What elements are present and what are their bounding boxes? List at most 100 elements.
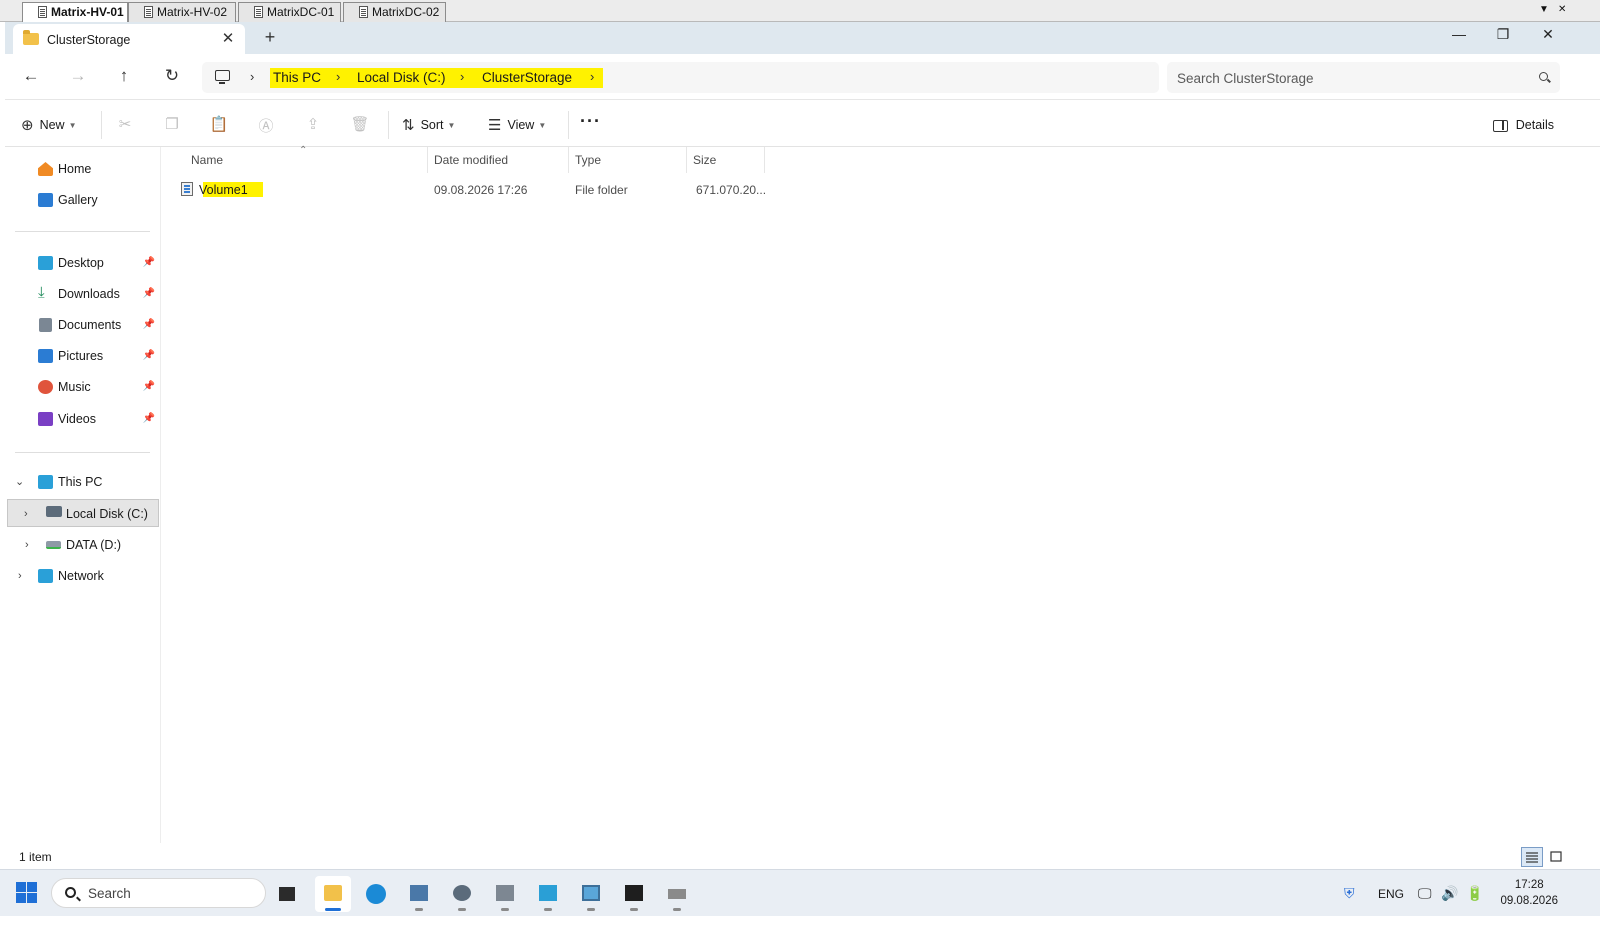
- local-disk-icon: [46, 506, 62, 517]
- column-divider[interactable]: [686, 147, 687, 173]
- file-explorer-icon[interactable]: [315, 876, 351, 912]
- network-status-icon[interactable]: 🖵: [1418, 885, 1432, 902]
- defender-shield-icon[interactable]: ⛨: [1344, 885, 1355, 902]
- task-view-icon[interactable]: [270, 876, 306, 912]
- language-indicator[interactable]: ENG: [1378, 887, 1404, 901]
- nav-item-pictures[interactable]: Pictures 📌: [5, 342, 161, 370]
- chevron-right-icon[interactable]: ›: [25, 531, 29, 559]
- file-list: ⌃ Name Date modified Type Size Volume1 0…: [161, 145, 1600, 843]
- session-tab-matrix-hv-02[interactable]: Matrix-HV-02: [128, 2, 236, 22]
- search-icon[interactable]: [1539, 72, 1548, 81]
- close-session-icon[interactable]: ✕: [1558, 4, 1566, 15]
- details-view-icon[interactable]: [1521, 847, 1543, 867]
- address-bar[interactable]: › This PC › Local Disk (C:) › ClusterSto…: [202, 62, 1159, 93]
- column-header-size[interactable]: Size: [693, 153, 716, 167]
- back-arrow-icon[interactable]: ←: [19, 66, 43, 88]
- search-icon: [65, 887, 76, 898]
- failover-cluster-icon[interactable]: [530, 876, 566, 912]
- close-tab-icon[interactable]: ✕: [219, 29, 237, 47]
- more-options-button[interactable]: ···: [580, 111, 601, 132]
- copy-icon[interactable]: ❐: [161, 115, 183, 135]
- up-arrow-icon[interactable]: ↑: [112, 66, 136, 88]
- search-box[interactable]: [1167, 62, 1560, 93]
- pin-icon[interactable]: 📌: [143, 311, 155, 339]
- breadcrumb-local-disk[interactable]: Local Disk (C:): [357, 70, 446, 85]
- nav-item-local-disk[interactable]: › Local Disk (C:): [7, 499, 159, 527]
- pin-icon[interactable]: 📌: [143, 249, 155, 277]
- edge-icon[interactable]: [358, 876, 394, 912]
- cut-icon[interactable]: ✂: [114, 115, 136, 135]
- folder-icon: [23, 30, 39, 45]
- chevron-down-icon[interactable]: ▼: [1539, 4, 1549, 15]
- session-tab-matrix-hv-01[interactable]: Matrix-HV-01: [22, 2, 128, 23]
- rename-icon[interactable]: Ⓐ: [255, 115, 277, 135]
- file-row[interactable]: Volume1 09.08.2026 17:26 File folder 671…: [175, 179, 767, 201]
- nav-item-network[interactable]: › Network: [5, 562, 161, 590]
- nav-item-this-pc[interactable]: ⌄ This PC: [5, 468, 161, 496]
- chevron-right-icon[interactable]: ›: [590, 69, 594, 84]
- share-icon[interactable]: ⇪: [302, 115, 324, 135]
- column-header-type[interactable]: Type: [575, 153, 601, 167]
- pin-icon[interactable]: 📌: [143, 373, 155, 401]
- tiles-view-icon[interactable]: [1545, 847, 1567, 867]
- windows-start-icon[interactable]: [16, 882, 38, 904]
- minimize-button[interactable]: —: [1439, 26, 1479, 42]
- chevron-right-icon[interactable]: ›: [18, 562, 22, 590]
- column-header-date-modified[interactable]: Date modified: [434, 153, 508, 167]
- breadcrumb-this-pc[interactable]: This PC: [273, 70, 321, 85]
- nav-item-downloads[interactable]: ⤓ Downloads 📌: [5, 280, 161, 308]
- file-date-modified: 09.08.2026 17:26: [434, 183, 528, 197]
- terminal-icon[interactable]: [616, 876, 652, 912]
- battery-icon[interactable]: 🔋: [1466, 885, 1483, 902]
- column-header-name[interactable]: Name: [191, 153, 223, 167]
- file-name: Volume1: [199, 183, 248, 197]
- session-tab-matrixdc-02[interactable]: MatrixDC-02: [343, 2, 446, 22]
- chevron-right-icon[interactable]: ›: [24, 500, 28, 528]
- sort-ascending-icon: ⌃: [299, 145, 308, 156]
- network-tool-icon[interactable]: [659, 876, 695, 912]
- details-button[interactable]: Details: [1492, 113, 1554, 137]
- column-divider[interactable]: [427, 147, 428, 173]
- volume-icon[interactable]: 🔊: [1441, 885, 1458, 902]
- forward-arrow-icon[interactable]: →: [66, 66, 90, 88]
- session-tab-matrixdc-01[interactable]: MatrixDC-01: [238, 2, 341, 22]
- remote-desktop-icon[interactable]: [573, 876, 609, 912]
- column-divider[interactable]: [568, 147, 569, 173]
- taskbar-search[interactable]: Search: [51, 878, 266, 908]
- delete-icon[interactable]: 🗑: [349, 115, 371, 135]
- pin-icon[interactable]: 📌: [143, 280, 155, 308]
- paste-icon[interactable]: 📋: [208, 115, 230, 135]
- clock[interactable]: 17:28 09.08.2026: [1500, 877, 1558, 909]
- explorer-tab-title: ClusterStorage: [47, 33, 131, 47]
- chevron-right-icon[interactable]: ›: [460, 69, 464, 84]
- music-icon: [38, 380, 53, 394]
- nav-item-music[interactable]: Music 📌: [5, 373, 161, 401]
- nav-item-data-drive[interactable]: › DATA (D:): [5, 531, 161, 559]
- search-input[interactable]: [1177, 68, 1517, 88]
- close-window-button[interactable]: ✕: [1528, 26, 1568, 43]
- view-button-label: View: [507, 118, 535, 132]
- server-manager-icon[interactable]: [401, 876, 437, 912]
- nav-item-gallery[interactable]: Gallery: [5, 186, 161, 214]
- new-button[interactable]: ⊕ New ▼: [21, 113, 77, 137]
- pin-icon[interactable]: 📌: [143, 342, 155, 370]
- session-icon: [359, 6, 368, 18]
- sort-button[interactable]: ⇅ Sort ▼: [402, 113, 455, 137]
- chevron-right-icon[interactable]: ›: [336, 69, 340, 84]
- chevron-down-icon[interactable]: ⌄: [15, 468, 24, 496]
- refresh-icon[interactable]: ↻: [160, 66, 184, 88]
- pin-icon[interactable]: 📌: [143, 405, 155, 433]
- new-tab-button[interactable]: +: [260, 27, 280, 48]
- nav-item-home[interactable]: Home: [5, 155, 161, 183]
- nav-item-videos[interactable]: Videos 📌: [5, 405, 161, 433]
- maximize-button[interactable]: ❐: [1483, 26, 1523, 43]
- breadcrumb-cluster-storage[interactable]: ClusterStorage: [482, 70, 572, 85]
- view-button[interactable]: ☰ View ▼: [488, 113, 546, 137]
- explorer-tab[interactable]: ClusterStorage ✕: [13, 24, 245, 54]
- nav-item-desktop[interactable]: Desktop 📌: [5, 249, 161, 277]
- nav-item-documents[interactable]: Documents 📌: [5, 311, 161, 339]
- column-divider[interactable]: [764, 147, 765, 173]
- settings-icon[interactable]: [444, 876, 480, 912]
- hyper-v-icon[interactable]: [487, 876, 523, 912]
- chevron-right-icon[interactable]: ›: [250, 69, 254, 84]
